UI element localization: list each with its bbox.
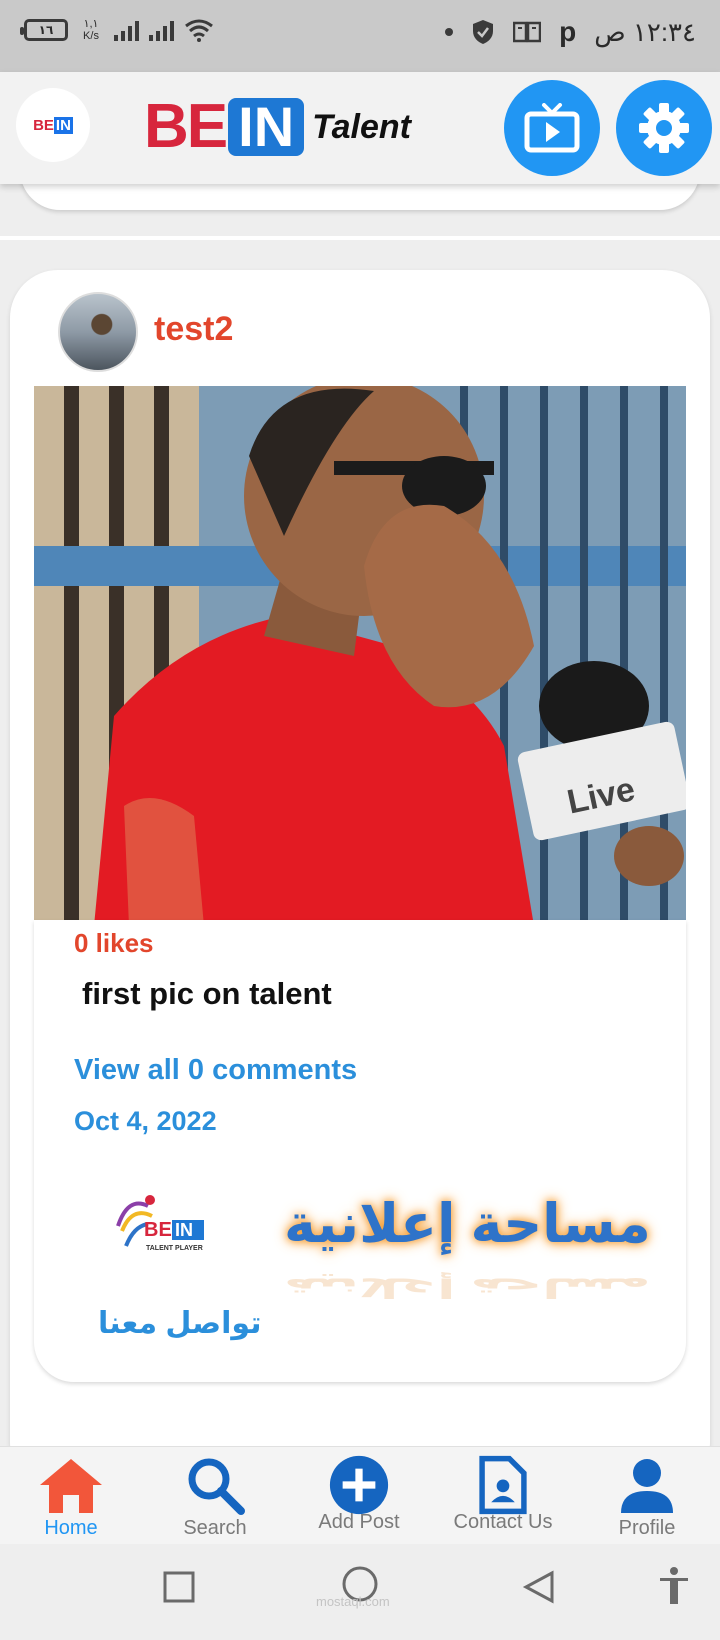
gear-icon: [639, 103, 689, 153]
nav-profile[interactable]: Profile: [582, 1451, 712, 1543]
signal-1-icon: [114, 19, 139, 41]
post-card: test2 Live 0 likes first pic on talent V…: [10, 270, 710, 1446]
network-speed-value: ١,١: [83, 18, 99, 30]
likes-count[interactable]: 0 likes: [74, 928, 154, 959]
clock: ١٢:٣٤ ص: [594, 16, 696, 47]
ad-brand-sub: TALENT PLAYER: [146, 1245, 203, 1252]
mini-logo-text: BE IN: [33, 116, 73, 134]
profile-icon: [621, 1459, 673, 1513]
wifi-icon: [185, 19, 213, 42]
recents-icon[interactable]: [162, 1570, 196, 1604]
system-navigation-bar: mostaql.com: [0, 1544, 720, 1640]
search-icon: [188, 1458, 245, 1515]
contact-us-link[interactable]: تواصل معنا: [98, 1306, 261, 1341]
watermark: mostaql.com: [316, 1594, 390, 1609]
post-details-card: 0 likes first pic on talent View all 0 c…: [34, 920, 686, 1382]
post-photo: Live: [34, 386, 686, 926]
nav-add-post-label: Add Post: [318, 1511, 400, 1533]
app-logo[interactable]: BE IN: [16, 88, 90, 162]
previous-post-card: [20, 184, 700, 210]
nav-home-label: Home: [44, 1517, 98, 1539]
tv-icon: [524, 103, 580, 153]
shield-icon: [473, 20, 494, 44]
view-comments-link[interactable]: View all 0 comments: [74, 1054, 357, 1087]
post-date: Oct 4, 2022: [74, 1106, 217, 1136]
carrier-icon: p: [559, 16, 577, 47]
ad-brand-be: BE: [144, 1219, 172, 1241]
bottom-navigation: Home Search Add Post Contact Us Profile: [0, 1446, 720, 1544]
settings-button[interactable]: [616, 80, 712, 176]
app-header: BE IN BE IN Talent: [0, 72, 720, 184]
accessibility-icon[interactable]: [658, 1566, 690, 1606]
nav-contact-us-label: Contact Us: [453, 1511, 553, 1533]
signal-2-icon: [149, 19, 174, 41]
post-feed[interactable]: test2 Live 0 likes first pic on talent V…: [0, 184, 720, 1446]
reader-icon: [513, 21, 542, 43]
nav-search-label: Search: [183, 1517, 247, 1539]
ad-space-text[interactable]: مساحة إعلانية: [284, 1192, 651, 1255]
nav-contact-us[interactable]: Contact Us: [438, 1451, 568, 1543]
ad-brand-logo[interactable]: BE IN TALENT PLAYER: [108, 1186, 218, 1266]
ad-brand-in: IN: [175, 1220, 193, 1240]
brand-talent: Talent: [312, 107, 412, 146]
network-speed: ١,١ K/s: [78, 18, 104, 42]
ad-space-reflection: مساحة إعلانية: [284, 1272, 651, 1303]
contact-icon: [479, 1455, 527, 1515]
avatar[interactable]: [58, 292, 138, 372]
nav-profile-label: Profile: [618, 1517, 676, 1539]
tv-button[interactable]: [504, 80, 600, 176]
brand-logo: BE IN Talent: [144, 92, 412, 161]
battery-level: ١٦: [38, 23, 54, 37]
nav-add-post[interactable]: Add Post: [294, 1451, 424, 1543]
status-bar: ١٦ ١,١ K/s p ١٢:٣٤ ص: [0, 0, 720, 72]
nav-home[interactable]: Home: [6, 1451, 136, 1543]
battery-icon: ١٦: [20, 19, 68, 41]
post-caption: first pic on talent: [82, 976, 332, 1011]
post-image[interactable]: Live: [34, 386, 686, 926]
nav-search[interactable]: Search: [150, 1451, 280, 1543]
back-icon[interactable]: [522, 1570, 556, 1604]
home-icon: [40, 1459, 102, 1513]
notification-dot-icon: [445, 28, 454, 36]
post-username[interactable]: test2: [154, 310, 233, 349]
add-icon: [329, 1455, 389, 1515]
brand-in: IN: [228, 98, 305, 156]
feed-divider: [0, 236, 720, 240]
brand-be: BE: [144, 92, 228, 161]
network-speed-unit: K/s: [83, 30, 99, 42]
